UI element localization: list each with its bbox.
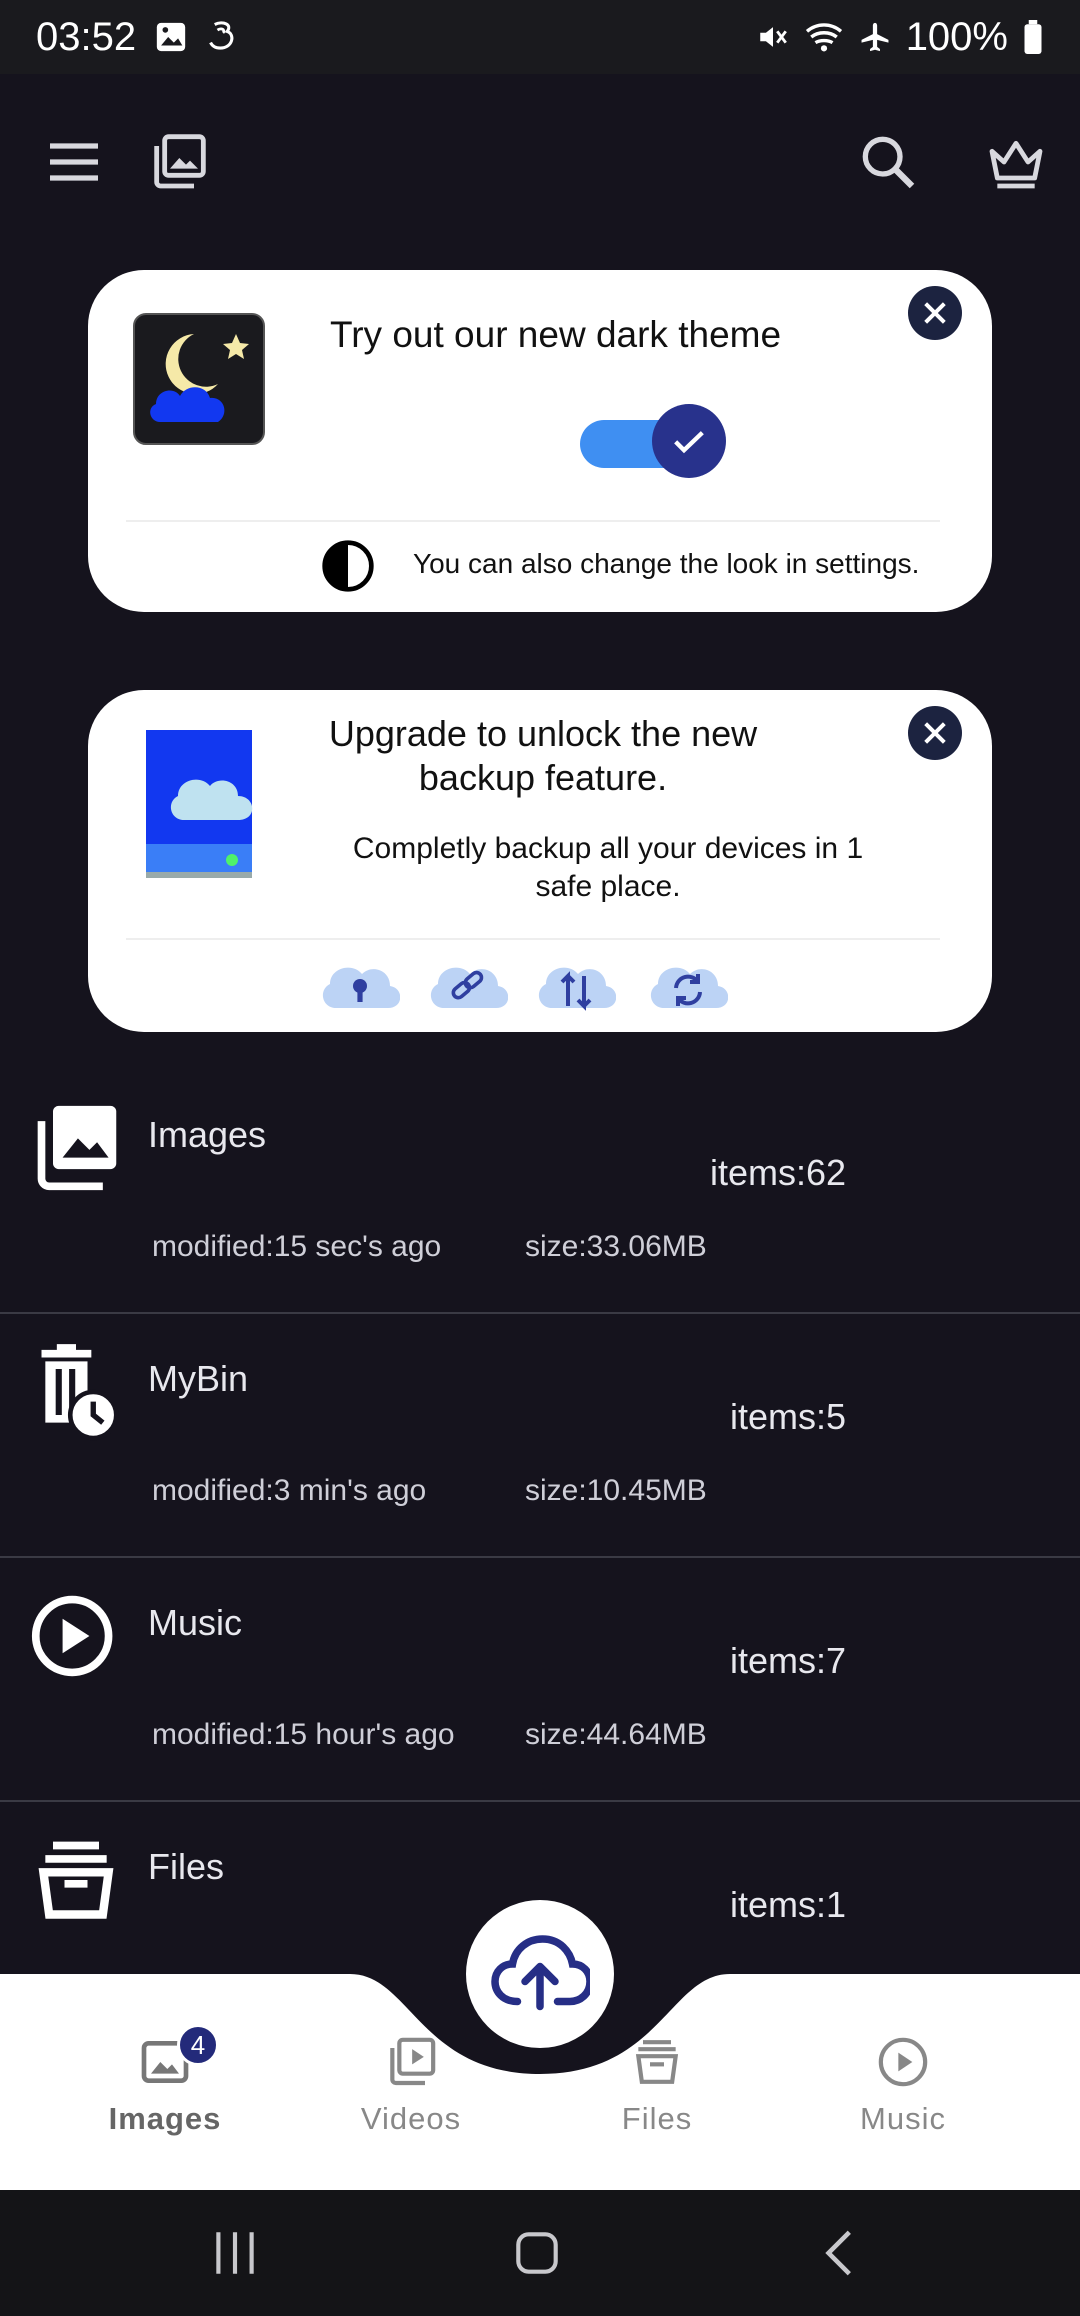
battery-icon bbox=[1024, 20, 1042, 54]
nav-music-label: Music bbox=[860, 2101, 946, 2136]
folder-size: size:33.06MB bbox=[525, 1230, 707, 1263]
theme-card-hint: You can also change the look in settings… bbox=[413, 548, 920, 579]
folder-items-count: items:5 bbox=[730, 1396, 847, 1437]
folder-items-count: items:62 bbox=[710, 1152, 847, 1193]
videos-nav-icon bbox=[390, 2037, 436, 2086]
cloud-link-icon bbox=[430, 967, 508, 1008]
folder-items-count: items:1 bbox=[730, 1884, 847, 1925]
menu-icon[interactable] bbox=[42, 130, 106, 194]
close-upgrade-card-button[interactable] bbox=[908, 706, 962, 760]
toggle-knob bbox=[652, 404, 726, 478]
folder-size: size:10.45MB bbox=[525, 1474, 707, 1507]
nav-images[interactable]: 4 Images bbox=[65, 2024, 265, 2137]
crown-icon[interactable] bbox=[984, 130, 1048, 194]
folder-name: Music bbox=[148, 1602, 243, 1643]
folder-modified: modified:3 min's ago bbox=[152, 1474, 427, 1507]
dark-theme-card: Try out our new dark theme You can also … bbox=[88, 270, 992, 612]
status-bar: 03:52 100% bbox=[0, 0, 1080, 74]
music-nav-icon bbox=[878, 2037, 928, 2087]
moon-cloud-icon bbox=[133, 313, 265, 445]
images-badge: 4 bbox=[177, 2024, 219, 2066]
folder-name: Images bbox=[148, 1114, 267, 1155]
folder-size: size:44.64MB bbox=[525, 1718, 707, 1751]
check-icon bbox=[674, 431, 704, 454]
folder-modified: modified:15 hour's ago bbox=[152, 1718, 455, 1751]
upload-button[interactable] bbox=[466, 1900, 614, 2048]
upgrade-card: Upgrade to unlock the new backup feature… bbox=[88, 690, 992, 1032]
nav-files[interactable]: Files bbox=[557, 2034, 757, 2137]
backup-drive-icon bbox=[146, 730, 253, 878]
image-icon bbox=[156, 22, 186, 52]
dark-theme-toggle[interactable] bbox=[580, 402, 728, 478]
close-icon bbox=[924, 302, 946, 324]
contrast-icon bbox=[322, 540, 374, 592]
cloud-upload-icon bbox=[491, 1935, 590, 2011]
carrier-icon bbox=[209, 21, 234, 50]
search-icon[interactable] bbox=[856, 130, 920, 194]
nav-images-label: Images bbox=[108, 2101, 222, 2136]
home-icon[interactable] bbox=[512, 2226, 562, 2280]
folder-modified: modified:15 sec's ago bbox=[152, 1230, 442, 1263]
system-nav-bar bbox=[0, 2190, 1080, 2316]
upgrade-card-subtitle: Completly backup all your devices in 1 s… bbox=[352, 832, 864, 903]
cloud-lock-icon bbox=[322, 967, 400, 1008]
nav-files-label: Files bbox=[621, 2101, 693, 2136]
folder-items-count: items:7 bbox=[730, 1640, 847, 1681]
card-divider bbox=[126, 938, 940, 940]
close-icon bbox=[924, 722, 946, 744]
images-folder-icon bbox=[37, 1105, 117, 1191]
folder-name: Files bbox=[148, 1846, 225, 1887]
cloud-sync-icon bbox=[650, 967, 728, 1008]
close-theme-card-button[interactable] bbox=[908, 286, 962, 340]
cloud-transfer-icon bbox=[538, 967, 616, 1011]
toolbar bbox=[0, 110, 1080, 210]
archive-icon bbox=[38, 1841, 114, 1919]
folder-row-images[interactable]: Images items:62 modified:15 sec's ago si… bbox=[0, 1070, 1080, 1314]
upgrade-card-title: Upgrade to unlock the new backup feature… bbox=[328, 713, 758, 798]
recent-apps-icon[interactable] bbox=[210, 2226, 260, 2280]
nav-videos[interactable]: Videos bbox=[311, 2034, 511, 2137]
back-icon[interactable] bbox=[816, 2226, 866, 2280]
theme-card-title: Try out our new dark theme bbox=[330, 314, 782, 355]
folder-row-music[interactable]: Music items:7 modified:15 hour's ago siz… bbox=[0, 1558, 1080, 1802]
nav-music[interactable]: Music bbox=[803, 2034, 1003, 2137]
status-time: 03:52 bbox=[36, 14, 137, 59]
folder-row-mybin[interactable]: MyBin items:5 modified:3 min's ago size:… bbox=[0, 1314, 1080, 1558]
wifi-icon bbox=[805, 23, 842, 52]
folder-name: MyBin bbox=[148, 1358, 249, 1399]
gallery-icon[interactable] bbox=[146, 130, 210, 194]
bin-clock-icon bbox=[41, 1344, 119, 1441]
files-nav-icon bbox=[635, 2040, 679, 2084]
airplane-icon bbox=[861, 22, 889, 52]
nav-videos-label: Videos bbox=[360, 2101, 462, 2136]
play-circle-icon bbox=[31, 1595, 113, 1677]
mute-icon bbox=[759, 27, 787, 47]
card-divider bbox=[126, 520, 940, 522]
battery-percent: 100% bbox=[905, 14, 1008, 59]
